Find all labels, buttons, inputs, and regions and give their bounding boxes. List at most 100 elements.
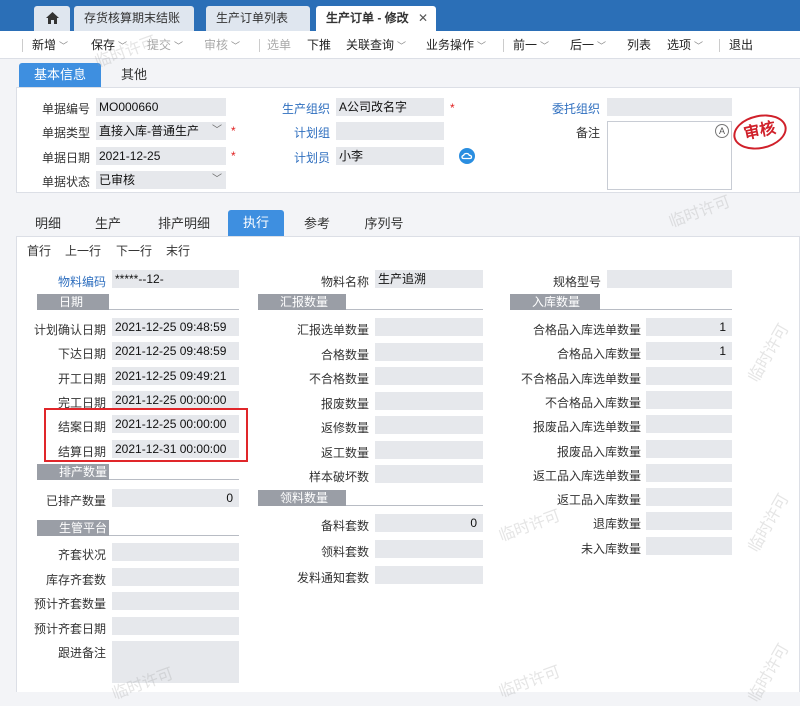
report-field-0[interactable] [375,318,483,336]
spec-label: 规格型号 [552,275,601,289]
prod-org-field[interactable]: A公司改名字 [336,98,444,116]
tab-reference[interactable]: 参考 [292,212,342,236]
scheduled-qty-field[interactable]: 0 [112,489,239,507]
spec-field[interactable] [607,270,732,288]
instock-field-7[interactable] [646,488,732,507]
window-tab-bar: 存货核算期末结账 生产订单列表 生产订单 - 修改 ✕ [0,0,800,31]
pick-field-0[interactable]: 0 [375,514,483,532]
chevron-down-icon: ﹀ [212,174,222,185]
chevron-down-icon: ﹀ [231,41,241,51]
instock-label-9: 未入库数量 [580,541,641,556]
prev-record-button[interactable]: 前一 ﹀ [513,31,549,59]
entrust-org-field[interactable] [607,98,732,116]
tab-production-order-list[interactable]: 生产订单列表 [206,6,310,31]
bill-type-select[interactable]: 直接入库-普通生产 ﹀ [96,122,226,140]
next-row-button[interactable]: 下一行 [116,242,152,259]
tab-production[interactable]: 生产 [83,212,133,236]
date-field-2[interactable]: 2021-12-25 09:49:21 [112,366,239,385]
first-row-button[interactable]: 首行 [27,242,51,259]
material-code-label[interactable]: 物料编码 [20,273,106,290]
pick-field-2[interactable] [375,566,483,584]
pick-label-0: 备料套数 [320,519,369,533]
material-code-field[interactable]: *****--12- [112,270,239,288]
new-button[interactable]: 新增 ﹀ [32,31,68,59]
tab-basic-info[interactable]: 基本信息 [19,63,101,87]
home-tab[interactable] [34,6,70,31]
exit-button[interactable]: 退出 [729,31,753,59]
instock-field-1[interactable]: 1 [646,342,732,361]
report-label-6: 样本破坏数 [308,470,369,484]
date-field-1[interactable]: 2021-12-25 09:48:59 [112,342,239,361]
report-field-5[interactable] [375,440,483,459]
business-ops-button[interactable]: 业务操作 ﹀ [426,31,486,59]
push-down-button[interactable]: 下推 [307,31,331,59]
prev-row-button[interactable]: 上一行 [65,242,101,259]
tab-serial-no[interactable]: 序列号 [354,212,414,236]
bill-no-field[interactable]: MO000660 [96,98,226,116]
instock-field-2[interactable] [646,366,732,385]
tab-inventory-closing[interactable]: 存货核算期末结账 [74,6,194,31]
report-field-1[interactable] [375,342,483,361]
instock-field-8[interactable] [646,512,732,531]
tab-detail[interactable]: 明细 [23,212,73,236]
date-label-0: 计划确认日期 [33,323,106,337]
audit-button[interactable]: 审核 ﹀ [204,31,240,59]
chevron-down-icon: ﹀ [212,125,222,136]
pick-label-1: 领料套数 [320,545,369,559]
instock-field-6[interactable] [646,463,732,482]
instock-label-5: 报废品入库数量 [556,444,641,459]
list-button[interactable]: 列表 [627,31,651,59]
report-field-4[interactable] [375,416,483,434]
close-icon[interactable]: ✕ [418,6,428,31]
tab-production-order-edit[interactable]: 生产订单 - 修改 ✕ [316,6,436,31]
chevron-down-icon: ﹀ [59,41,69,51]
translate-icon[interactable]: A [715,124,729,138]
instock-label-4: 报废品入库选单数量 [532,420,641,435]
bill-date-field[interactable]: 2021-12-25 [96,147,226,165]
platform-field-3[interactable] [112,616,239,635]
report-field-3[interactable] [375,391,483,410]
bill-no-label: 单据编号 [41,102,90,116]
bill-status-select[interactable]: 已审核 ﹀ [96,171,226,189]
options-button[interactable]: 选项 ﹀ [667,31,703,59]
chevron-down-icon: ﹀ [540,41,550,51]
planner-label[interactable]: 计划员 [250,149,330,166]
instock-field-4[interactable] [646,415,732,434]
plan-group-label[interactable]: 计划组 [250,124,330,141]
tab-schedule-detail[interactable]: 排产明细 [148,212,220,236]
date-field-3[interactable]: 2021-12-25 00:00:00 [112,390,239,409]
platform-field-0[interactable] [112,543,239,561]
linked-query-button[interactable]: 关联查询 ﹀ [346,31,406,59]
cloud-icon[interactable] [459,148,475,164]
pick-field-1[interactable] [375,540,483,558]
platform-field-2[interactable] [112,592,239,610]
select-bill-button[interactable]: 选单 [267,31,291,59]
material-name-field[interactable]: 生产追溯 [375,270,483,288]
entrust-org-label[interactable]: 委托组织 [520,100,600,117]
last-row-button[interactable]: 末行 [166,242,190,259]
material-name-label: 物料名称 [320,275,369,289]
report-label-4: 返修数量 [320,421,369,435]
report-field-2[interactable] [375,367,483,385]
instock-field-5[interactable] [646,439,732,458]
plan-group-field[interactable] [336,122,444,140]
bill-type-label: 单据类型 [41,126,90,140]
tab-execution[interactable]: 执行 [228,210,284,236]
chevron-down-icon: ﹀ [397,41,407,51]
next-record-button[interactable]: 后一 ﹀ [570,31,606,59]
instock-field-3[interactable] [646,390,732,409]
instock-field-9[interactable] [646,536,732,555]
instock-label-3: 不合格品入库数量 [544,395,641,410]
instock-label-6: 返工品入库选单数量 [532,468,641,483]
report-field-6[interactable] [375,465,483,483]
section-platform: 生管平台 [37,520,109,536]
prod-org-label[interactable]: 生产组织 [250,100,330,117]
planner-field[interactable]: 小李 [336,147,444,165]
date-field-0[interactable]: 2021-12-25 09:48:59 [112,318,239,336]
instock-field-0[interactable]: 1 [646,318,732,336]
instock-label-7: 返工品入库数量 [556,493,641,508]
section-schedule-qty: 排产数量 [37,464,109,480]
chevron-down-icon: ﹀ [597,41,607,51]
platform-field-1[interactable] [112,567,239,586]
remark-textarea[interactable] [607,121,732,190]
